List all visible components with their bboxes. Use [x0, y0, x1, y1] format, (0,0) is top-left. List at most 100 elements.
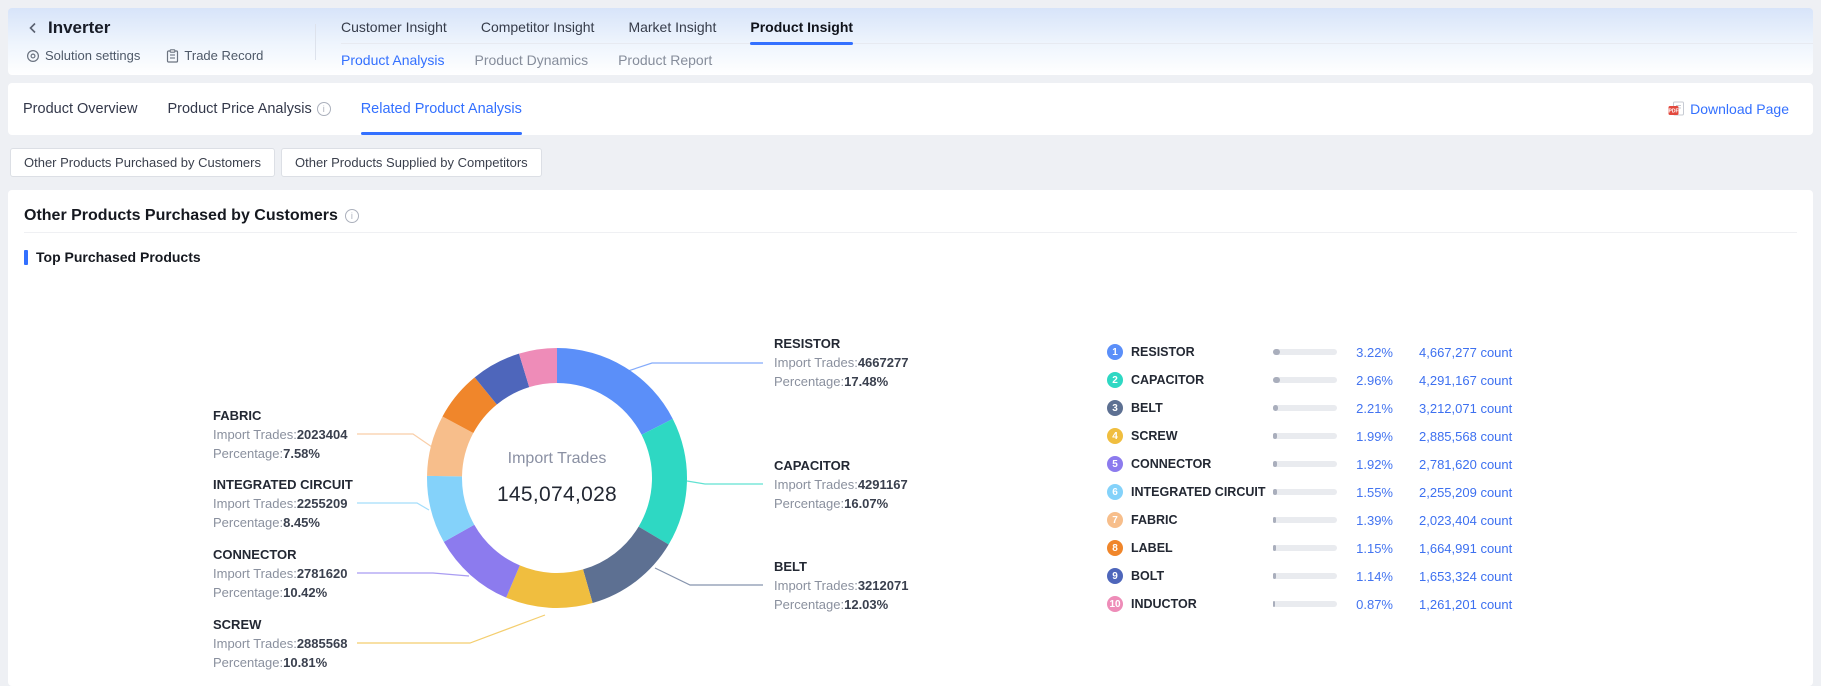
secondary-nav-tabs: Product Overview Product Price Analysisi R…: [23, 83, 522, 135]
donut-slice-connector[interactable]: [444, 525, 520, 598]
legend-name: CAPACITOR: [1131, 373, 1273, 387]
callout-fabric: FABRICImport Trades:2023404Percentage:7.…: [213, 406, 347, 463]
callout-connector: CONNECTORImport Trades:2781620Percentage…: [213, 545, 347, 602]
subtab-product-report[interactable]: Product Report: [618, 52, 712, 68]
legend-row-bolt[interactable]: 9BOLT1.14%1,653,324 count: [1107, 562, 1512, 590]
info-icon[interactable]: i: [317, 102, 331, 116]
callout-name: CAPACITOR: [774, 456, 908, 475]
legend-bar: [1273, 601, 1337, 607]
subtab-product-analysis[interactable]: Product Analysis: [341, 52, 445, 68]
donut-slice-belt[interactable]: [583, 527, 669, 603]
callout-capacitor: CAPACITORImport Trades:4291167Percentage…: [774, 456, 908, 513]
target-icon: [26, 49, 40, 63]
legend-count: 4,291,167 count: [1419, 373, 1512, 388]
legend-bar: [1273, 517, 1337, 523]
legend-percent: 1.15%: [1337, 541, 1393, 556]
legend-percent: 3.22%: [1337, 345, 1393, 360]
tab-market-insight[interactable]: Market Insight: [628, 8, 716, 44]
legend-bar: [1273, 433, 1337, 439]
legend-count: 3,212,071 count: [1419, 401, 1512, 416]
info-icon[interactable]: i: [345, 209, 359, 223]
legend-bar: [1273, 489, 1337, 495]
callout-name: INTEGRATED CIRCUIT: [213, 475, 353, 494]
pdf-icon: PDF: [1668, 101, 1685, 117]
legend-bar: [1273, 573, 1337, 579]
legend-row-integrated-circuit[interactable]: 6 INTEGRATED CIRCUIT 1.55% 2,255,209 count: [1107, 478, 1512, 506]
leader-line-screw: [357, 615, 545, 643]
rank-badge: 9: [1107, 568, 1123, 584]
rank-badge: 1: [1107, 344, 1123, 360]
chevron-left-icon: [26, 20, 40, 36]
donut-slice-resistor[interactable]: [557, 348, 673, 435]
legend-count: 1,664,991 count: [1419, 541, 1512, 556]
callout-screw: SCREWImport Trades:2885568Percentage:10.…: [213, 615, 347, 672]
header-actions: Solution settings Trade Record: [26, 48, 263, 63]
donut-chart: Import Trades 145,074,028 RESISTORImport…: [8, 270, 1813, 686]
header-action-solution-settings[interactable]: Solution settings: [26, 48, 140, 63]
rank-badge: 4: [1107, 428, 1123, 444]
callout-name: RESISTOR: [774, 334, 908, 353]
back-button[interactable]: [26, 20, 40, 36]
legend-count: 4,667,277 count: [1419, 345, 1512, 360]
sub-tabs: Product Analysis Product Dynamics Product …: [341, 46, 712, 73]
clipboard-icon: [166, 49, 179, 63]
legend-count: 2,781,620 count: [1419, 457, 1512, 472]
subtab-product-dynamics[interactable]: Product Dynamics: [475, 52, 589, 68]
legend-row-resistor[interactable]: 1RESISTOR3.22%4,667,277 count: [1107, 338, 1512, 366]
rank-badge: 10: [1107, 596, 1123, 612]
legend-name: BELT: [1131, 401, 1273, 415]
rank-badge: 8: [1107, 540, 1123, 556]
download-page-label: Download Page: [1690, 101, 1789, 117]
tab-competitor-insight[interactable]: Competitor Insight: [481, 8, 595, 44]
legend-name: BOLT: [1131, 569, 1273, 583]
legend-count: 1,261,201 count: [1419, 597, 1512, 612]
legend-name: SCREW: [1131, 429, 1273, 443]
legend-count: 2,023,404 count: [1419, 513, 1512, 528]
donut-slice-screw[interactable]: [506, 565, 592, 608]
nav-tab-related-product-analysis[interactable]: Related Product Analysis: [361, 83, 522, 135]
legend-row-inductor[interactable]: 10 INDUCTOR 0.87% 1,261,201 count: [1107, 590, 1512, 618]
legend-name: CONNECTOR: [1131, 457, 1273, 471]
nav-tab-product-price-analysis[interactable]: Product Price Analysisi: [167, 83, 330, 135]
legend-row-screw[interactable]: 4SCREW1.99%2,885,568 count: [1107, 422, 1512, 450]
legend-percent: 1.55%: [1337, 485, 1393, 500]
legend-percent: 0.87%: [1337, 597, 1393, 612]
header-divider: [315, 24, 316, 60]
legend-row-connector[interactable]: 5 CONNECTOR 1.92% 2,781,620 count: [1107, 450, 1512, 478]
legend-row-label[interactable]: 8LABEL1.15%1,664,991 count: [1107, 534, 1512, 562]
filter-button-other-products-supplied-by-competitors[interactable]: Other Products Supplied by Competitors: [281, 148, 542, 177]
donut-slice-capacitor[interactable]: [639, 419, 687, 545]
leader-line-capacitor: [687, 481, 763, 484]
rank-badge: 6: [1107, 484, 1123, 500]
tab-customer-insight[interactable]: Customer Insight: [341, 8, 447, 44]
legend-name: INTEGRATED CIRCUIT: [1131, 485, 1273, 499]
content-title: Other Products Purchased by Customers: [24, 207, 338, 225]
legend-row-capacitor[interactable]: 2CAPACITOR2.96%4,291,167 count: [1107, 366, 1512, 394]
tab-product-insight[interactable]: Product Insight: [750, 8, 853, 44]
rank-badge: 3: [1107, 400, 1123, 416]
legend-percent: 1.14%: [1337, 569, 1393, 584]
legend-bar: [1273, 461, 1337, 467]
legend-bar: [1273, 545, 1337, 551]
callout-name: SCREW: [213, 615, 347, 634]
nav-tab-product-overview[interactable]: Product Overview: [23, 83, 137, 135]
legend-row-fabric[interactable]: 7FABRIC1.39%2,023,404 count: [1107, 506, 1512, 534]
header-band: Inverter Solution settings Trade Record C…: [8, 8, 1813, 75]
chart-legend: 1RESISTOR3.22%4,667,277 count2CAPACITOR2…: [1107, 338, 1512, 618]
header-action-trade-record[interactable]: Trade Record: [166, 48, 263, 63]
donut-rings: [417, 338, 697, 618]
page-title: Inverter: [48, 18, 110, 38]
legend-row-belt[interactable]: 3BELT2.21%3,212,071 count: [1107, 394, 1512, 422]
callout-integrated-circuit: INTEGRATED CIRCUITImport Trades:2255209P…: [213, 475, 353, 532]
legend-count: 2,255,209 count: [1419, 485, 1512, 500]
download-page-button[interactable]: PDF Download Page: [1668, 83, 1789, 135]
filter-button-other-products-purchased-by-customers[interactable]: Other Products Purchased by Customers: [10, 148, 275, 177]
legend-percent: 1.92%: [1337, 457, 1393, 472]
section-accent-bar: [24, 250, 28, 265]
legend-name: FABRIC: [1131, 513, 1273, 527]
callout-name: BELT: [774, 557, 908, 576]
legend-name: INDUCTOR: [1131, 597, 1273, 611]
legend-percent: 1.39%: [1337, 513, 1393, 528]
rank-badge: 5: [1107, 456, 1123, 472]
callout-name: CONNECTOR: [213, 545, 347, 564]
